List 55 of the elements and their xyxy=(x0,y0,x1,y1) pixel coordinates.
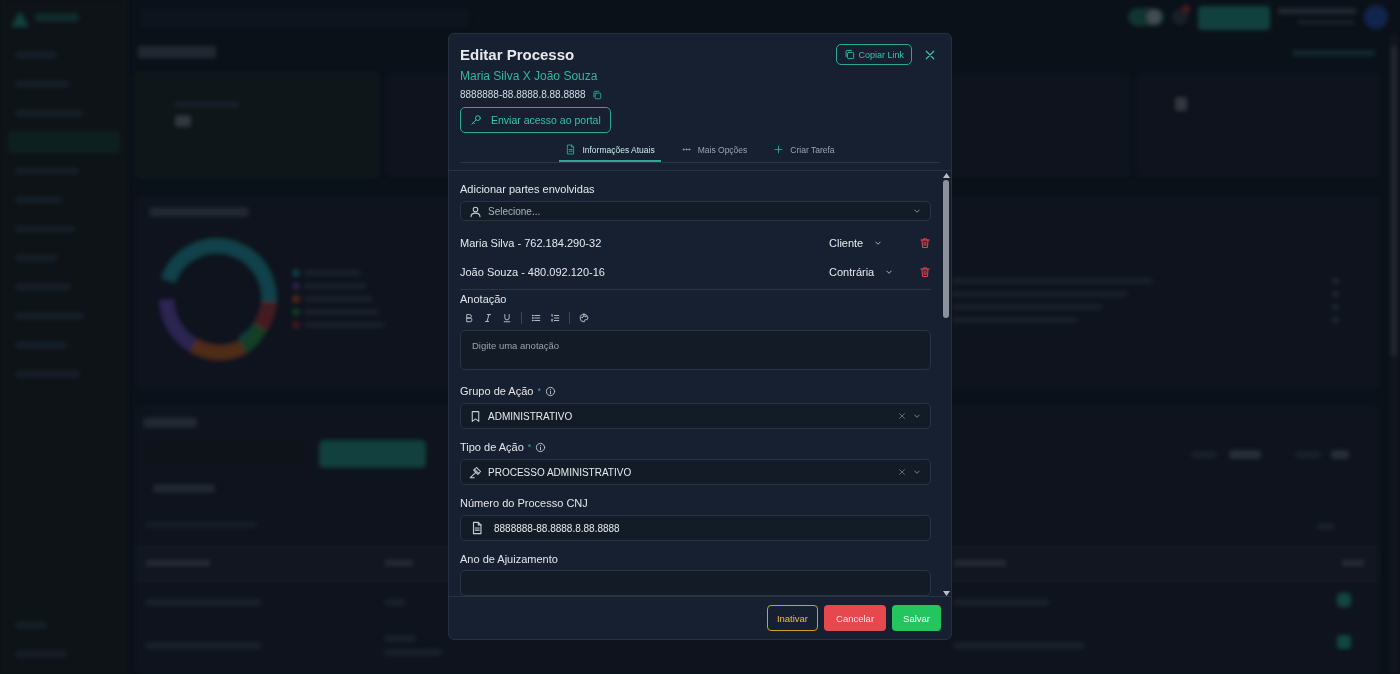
role-select[interactable]: Contrária xyxy=(829,265,909,278)
close-icon[interactable] xyxy=(898,468,906,476)
dialog-title: Editar Processo xyxy=(460,46,575,63)
tab[interactable]: Mais Opções xyxy=(674,139,754,162)
chevron-down-icon xyxy=(912,411,922,421)
field-label: Ano de Ajuizamento xyxy=(460,553,558,565)
party-name: Maria Silva - 762.184.290-32 xyxy=(460,237,603,250)
send-portal-access-button[interactable]: Enviar acesso ao portal xyxy=(460,107,611,133)
bookmark-icon xyxy=(469,409,482,423)
field-label: Grupo de Ação xyxy=(460,385,534,397)
copy-icon xyxy=(844,49,856,60)
party-name: João Souza - 480.092.120-16 xyxy=(460,265,606,278)
field-label: Anotação xyxy=(460,293,508,306)
annotation-field[interactable]: Digite uma anotação xyxy=(460,330,931,370)
trash-icon[interactable] xyxy=(919,237,931,250)
palette-icon[interactable] xyxy=(579,313,589,324)
chevron-down-icon xyxy=(912,467,922,477)
field-label: Número do Processo CNJ xyxy=(460,497,588,509)
field-label: Adicionar partes envolvidas xyxy=(460,183,596,195)
plus-icon xyxy=(773,144,785,155)
user-icon xyxy=(469,204,482,218)
document-icon xyxy=(470,521,484,535)
scroll-up-arrow-icon[interactable] xyxy=(942,173,950,178)
required-mark: * xyxy=(537,386,541,396)
role-select[interactable]: Cliente xyxy=(829,237,909,250)
underline-icon[interactable] xyxy=(502,313,512,324)
input-field[interactable]: 8888888-88.8888.8.88.8888 xyxy=(460,515,931,541)
info-icon[interactable] xyxy=(544,385,556,397)
key-icon xyxy=(470,114,482,126)
copy-icon[interactable] xyxy=(591,89,602,100)
bold-icon[interactable] xyxy=(464,313,474,324)
process-number: 8888888-88.8888.8.88.8888 xyxy=(460,89,586,100)
bullet-list-icon[interactable] xyxy=(531,313,541,324)
parties-select[interactable]: Selecione... xyxy=(460,201,931,222)
italic-icon[interactable] xyxy=(483,313,493,324)
copy-link-button[interactable]: Copiar Link xyxy=(836,44,912,65)
select-field[interactable]: PROCESSO ADMINISTRATIVO xyxy=(460,459,931,485)
document-icon xyxy=(565,144,577,155)
input-field[interactable] xyxy=(460,570,931,596)
gavel-icon xyxy=(469,465,482,479)
info-icon[interactable] xyxy=(535,441,547,453)
field-label: Tipo de Ação xyxy=(460,441,524,453)
case-parties-title: Maria Silva X João Souza xyxy=(460,69,599,83)
select-field[interactable]: ADMINISTRATIVO xyxy=(460,403,931,429)
close-icon xyxy=(924,48,936,61)
scrollbar[interactable] xyxy=(941,171,951,596)
scroll-down-arrow-icon[interactable] xyxy=(942,591,950,596)
required-mark: * xyxy=(527,442,532,452)
close-icon[interactable] xyxy=(898,412,906,420)
trash-icon[interactable] xyxy=(919,265,931,278)
numbered-list-icon[interactable] xyxy=(550,313,560,324)
tab[interactable]: Informações Atuais xyxy=(559,139,661,162)
tab[interactable]: Criar Tarefa xyxy=(767,139,841,162)
inactivate-button[interactable]: Inativar xyxy=(766,605,819,631)
close-button[interactable] xyxy=(924,48,936,61)
